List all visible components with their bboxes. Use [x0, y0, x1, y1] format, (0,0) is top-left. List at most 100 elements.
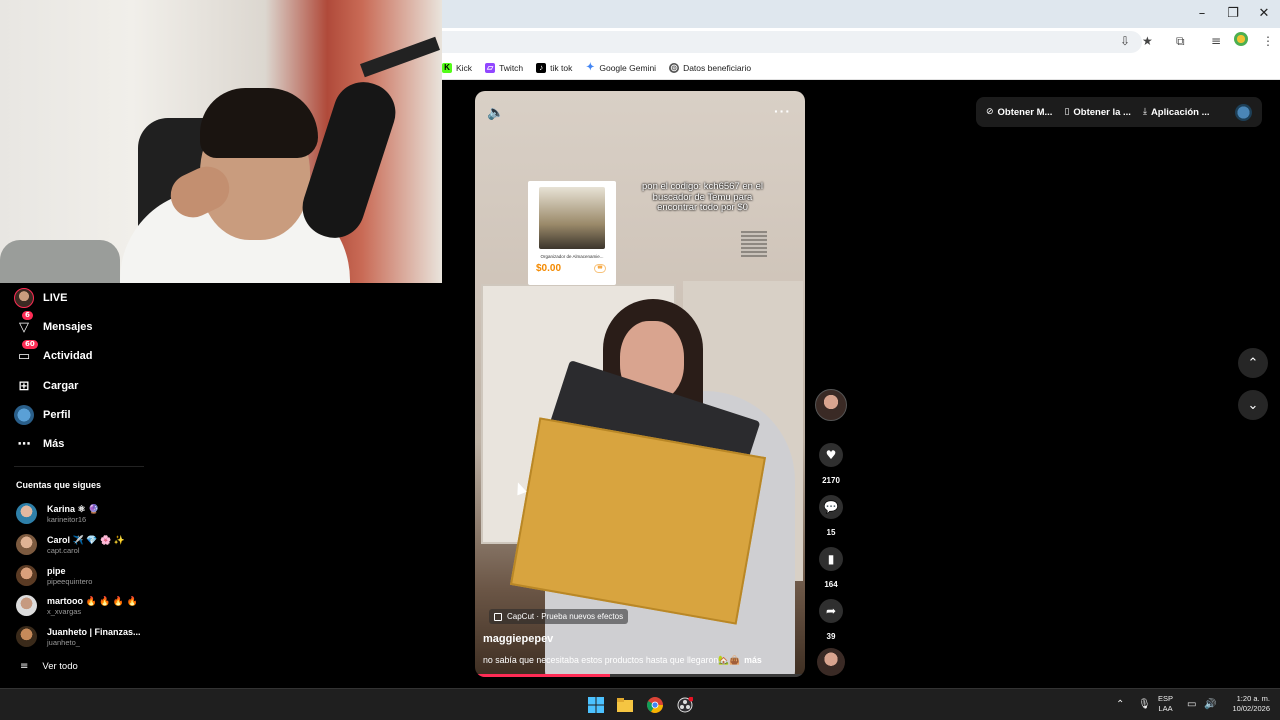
- sidebar-item-label: Más: [43, 438, 65, 450]
- volume-icon[interactable]: 🔈: [487, 105, 504, 121]
- bookmark-label: tik tok: [550, 62, 573, 73]
- obs-icon[interactable]: [675, 695, 695, 715]
- minimize-icon[interactable]: –: [1192, 6, 1212, 21]
- windows-start-icon[interactable]: [586, 695, 606, 715]
- video-progress-bar[interactable]: [475, 674, 805, 677]
- comment-button[interactable]: 💬: [819, 495, 843, 519]
- coin-icon: ⊘: [986, 107, 994, 117]
- like-button[interactable]: ♥: [819, 443, 843, 467]
- product-card[interactable]: Organizador de Almacenamie... $0.00 ₩: [528, 181, 616, 285]
- product-name: Organizador de Almacenamie...: [540, 254, 604, 259]
- get-app-button[interactable]: ▯ Obtener la ...: [1064, 107, 1131, 118]
- following-account[interactable]: Karina ⚛ 🔮 karineitor16: [16, 503, 99, 524]
- sidebar-item-messages[interactable]: ▽ 6 Mensajes: [14, 311, 93, 337]
- see-more-link[interactable]: más: [744, 655, 762, 665]
- gemini-icon: ✦: [586, 61, 595, 73]
- language-code: ESP: [1158, 694, 1174, 703]
- sidebar-item-upload[interactable]: ⊞ Cargar: [14, 376, 79, 396]
- volume-icon[interactable]: 🔊: [1204, 699, 1216, 710]
- bookmark-datos[interactable]: ◎ Datos beneficiario: [669, 62, 751, 73]
- sidebar-item-label: Mensajes: [43, 321, 93, 333]
- product-image: [539, 187, 605, 249]
- account-handle: capt.carol: [47, 545, 80, 555]
- account-emoji: 🔥 🔥 🔥 🔥: [85, 595, 138, 606]
- effect-tag[interactable]: CapCut · Prueba nuevos efectos: [489, 609, 629, 624]
- more-icon: ⋯: [17, 436, 31, 452]
- account-handle: karineitor16: [47, 514, 87, 524]
- video-bg-vent: [741, 231, 767, 257]
- share-count: 39: [826, 632, 836, 641]
- language-indicator[interactable]: ESP LAA: [1158, 694, 1173, 714]
- chevron-down-icon: ⌄: [1247, 397, 1259, 413]
- get-coins-button[interactable]: ⊘ Obtener M...: [986, 107, 1052, 118]
- sidebar-item-activity[interactable]: ▭ 60 Actividad: [14, 340, 93, 366]
- sidebar-item-live[interactable]: LIVE: [14, 288, 67, 308]
- list-icon: ≡: [20, 661, 29, 672]
- chevron-up-icon: ⌃: [1247, 355, 1259, 371]
- sound-disc-avatar[interactable]: [817, 648, 845, 676]
- desktop-app-button[interactable]: ⤓ Aplicación ...: [1143, 107, 1210, 118]
- twitch-icon: ▱: [485, 62, 496, 73]
- extensions-icon[interactable]: ⧉: [1176, 34, 1185, 49]
- chrome-icon[interactable]: [645, 695, 665, 715]
- address-bar[interactable]: [442, 31, 1142, 53]
- sidebar-item-profile[interactable]: Perfil: [14, 405, 71, 425]
- following-account[interactable]: pipe pipeequintero: [16, 565, 92, 586]
- system-clock[interactable]: 1:20 a. m. 10/02/2026: [1220, 694, 1270, 714]
- share-button[interactable]: ➦: [819, 599, 843, 623]
- video-player[interactable]: Organizador de Almacenamie... $0.00 ₩ po…: [475, 91, 805, 677]
- restore-icon[interactable]: ❐: [1223, 6, 1243, 21]
- following-account[interactable]: Juanheto | Finanzas... juanheto_: [16, 626, 141, 647]
- clock-time: 1:20 a. m.: [1236, 694, 1270, 703]
- sidebar-item-label: LIVE: [43, 292, 68, 304]
- webcam-sofa: [0, 240, 120, 283]
- browser-titlebar: – ❐ ✕: [442, 0, 1280, 28]
- install-app-icon[interactable]: ⇩: [1120, 34, 1130, 48]
- upload-icon: ⊞: [18, 378, 30, 394]
- video-username[interactable]: maggiepepev: [483, 633, 553, 645]
- see-all-link[interactable]: ≡ Ver todo: [20, 661, 78, 672]
- comment-icon: 💬: [823, 500, 839, 514]
- save-count: 164: [824, 580, 838, 589]
- more-options-icon[interactable]: ···: [774, 103, 791, 119]
- sidebar-item-more[interactable]: ⋯ Más: [14, 434, 65, 454]
- see-all-label: Ver todo: [42, 661, 78, 672]
- bookmark-tiktok[interactable]: ♪ tik tok: [536, 62, 573, 73]
- bookmark-gemini[interactable]: ✦ Google Gemini: [585, 61, 657, 73]
- activity-icon: ▭ 60: [14, 340, 38, 366]
- webcam-mic-arm: [360, 36, 440, 78]
- media-control-icon[interactable]: ≡: [1211, 34, 1221, 48]
- following-account[interactable]: Carol ✈️ 💎 🌸 ✨ capt.carol: [16, 534, 125, 555]
- account-handle: x_xvargas: [47, 606, 82, 616]
- profile-avatar-icon[interactable]: [1234, 32, 1248, 46]
- coin-icon: ₩: [594, 264, 606, 273]
- account-emoji: ✈️ 💎 🌸 ✨: [72, 534, 125, 545]
- avatar: [16, 534, 37, 555]
- video-description: no sabía que necesitaba estos productos …: [483, 655, 797, 666]
- save-button[interactable]: ▮: [819, 547, 843, 571]
- previous-video-button[interactable]: ⌃: [1238, 348, 1268, 378]
- creator-avatar[interactable]: [815, 389, 847, 421]
- screen: – ❐ ✕ ⇩ ★ ⧉ ≡ ⋮ K Kick ▱ Twitch ♪ tik to…: [0, 0, 1280, 720]
- top-action-label: Aplicación ...: [1150, 106, 1210, 118]
- user-avatar[interactable]: [1235, 104, 1252, 121]
- bookmark-label: Google Gemini: [599, 62, 657, 73]
- file-explorer-icon[interactable]: [615, 695, 635, 715]
- live-avatar-icon: [14, 288, 34, 308]
- next-video-button[interactable]: ⌄: [1238, 390, 1268, 420]
- bookmark-star-icon[interactable]: ★: [1142, 34, 1153, 48]
- avatar: [16, 595, 37, 616]
- globe-icon: ◎: [669, 62, 680, 73]
- network-icon[interactable]: ▭: [1187, 699, 1196, 710]
- following-account[interactable]: martooo 🔥 🔥 🔥 🔥 x_xvargas: [16, 595, 138, 616]
- close-icon[interactable]: ✕: [1254, 6, 1274, 21]
- bookmark-twitch[interactable]: ▱ Twitch: [485, 62, 523, 73]
- browser-toolbar: ⇩ ★ ⧉ ≡ ⋮: [442, 28, 1280, 56]
- clock-date: 10/02/2026: [1232, 704, 1270, 713]
- description-text: no sabía que necesitaba estos productos …: [483, 655, 741, 665]
- bookmark-kick[interactable]: K Kick: [442, 62, 472, 73]
- tray-expand-icon[interactable]: ⌃: [1116, 699, 1124, 710]
- microphone-icon[interactable]: 🎙: [1138, 699, 1151, 710]
- browser-menu-icon[interactable]: ⋮: [1262, 34, 1274, 48]
- video-progress-fill: [475, 674, 611, 677]
